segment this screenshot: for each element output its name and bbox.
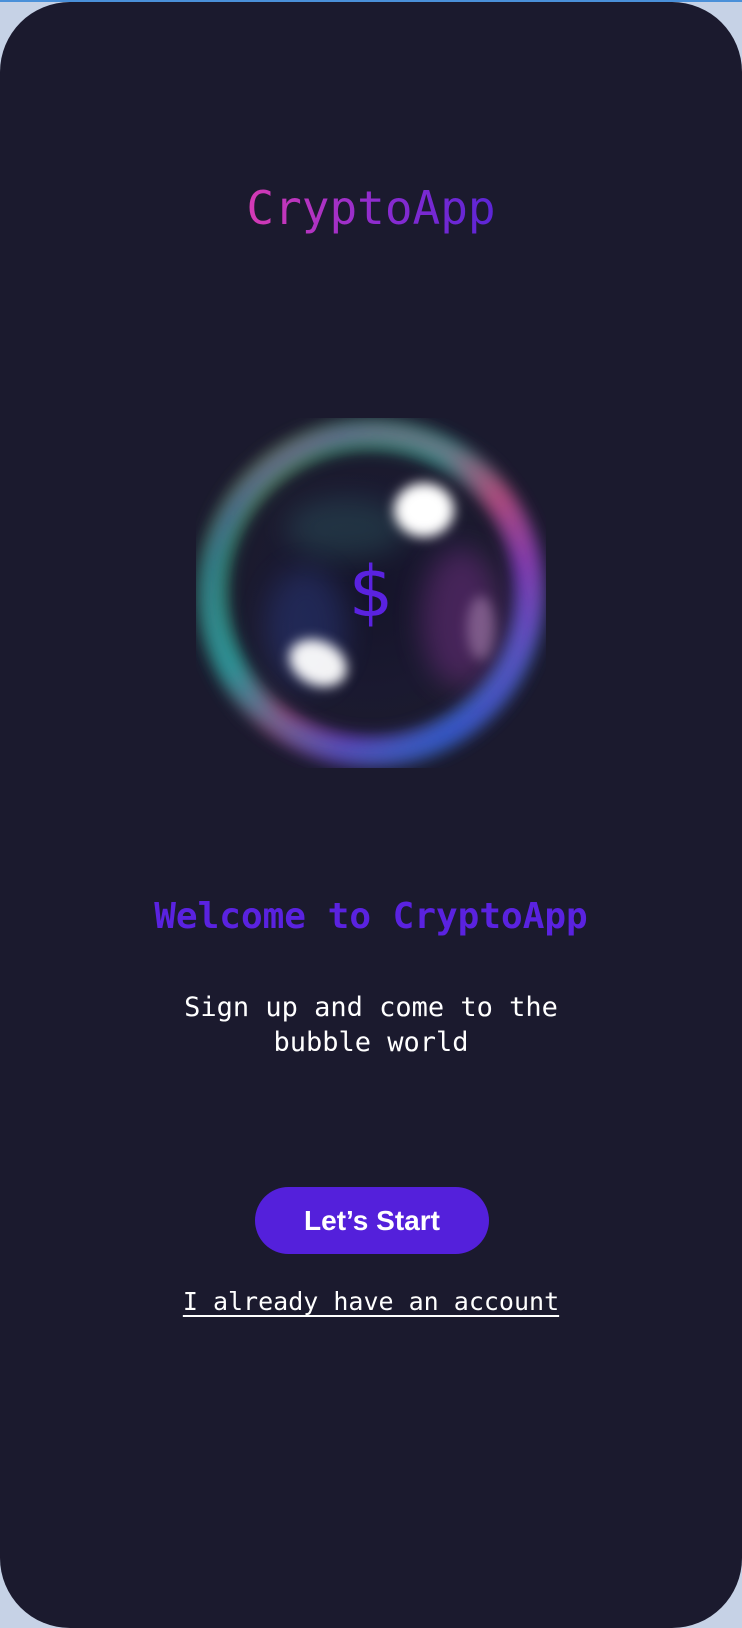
dollar-sign-icon: $	[348, 551, 394, 633]
login-link-container: I already have an account	[0, 1285, 742, 1319]
bubble-dollar-icon: $	[196, 418, 546, 768]
welcome-subtitle: Sign up and come to the bubble world	[184, 992, 558, 1058]
already-have-account-link[interactable]: I already have an account	[183, 1287, 559, 1316]
onboarding-screen: CryptoApp $ Welcome to CryptoApp Sign up…	[0, 2, 742, 1628]
app-logo: CryptoApp	[0, 178, 742, 238]
app-logo-text: CryptoApp	[246, 181, 496, 235]
lets-start-button[interactable]: Let’s Start	[255, 1187, 489, 1254]
welcome-title: Welcome to CryptoApp	[154, 896, 588, 937]
